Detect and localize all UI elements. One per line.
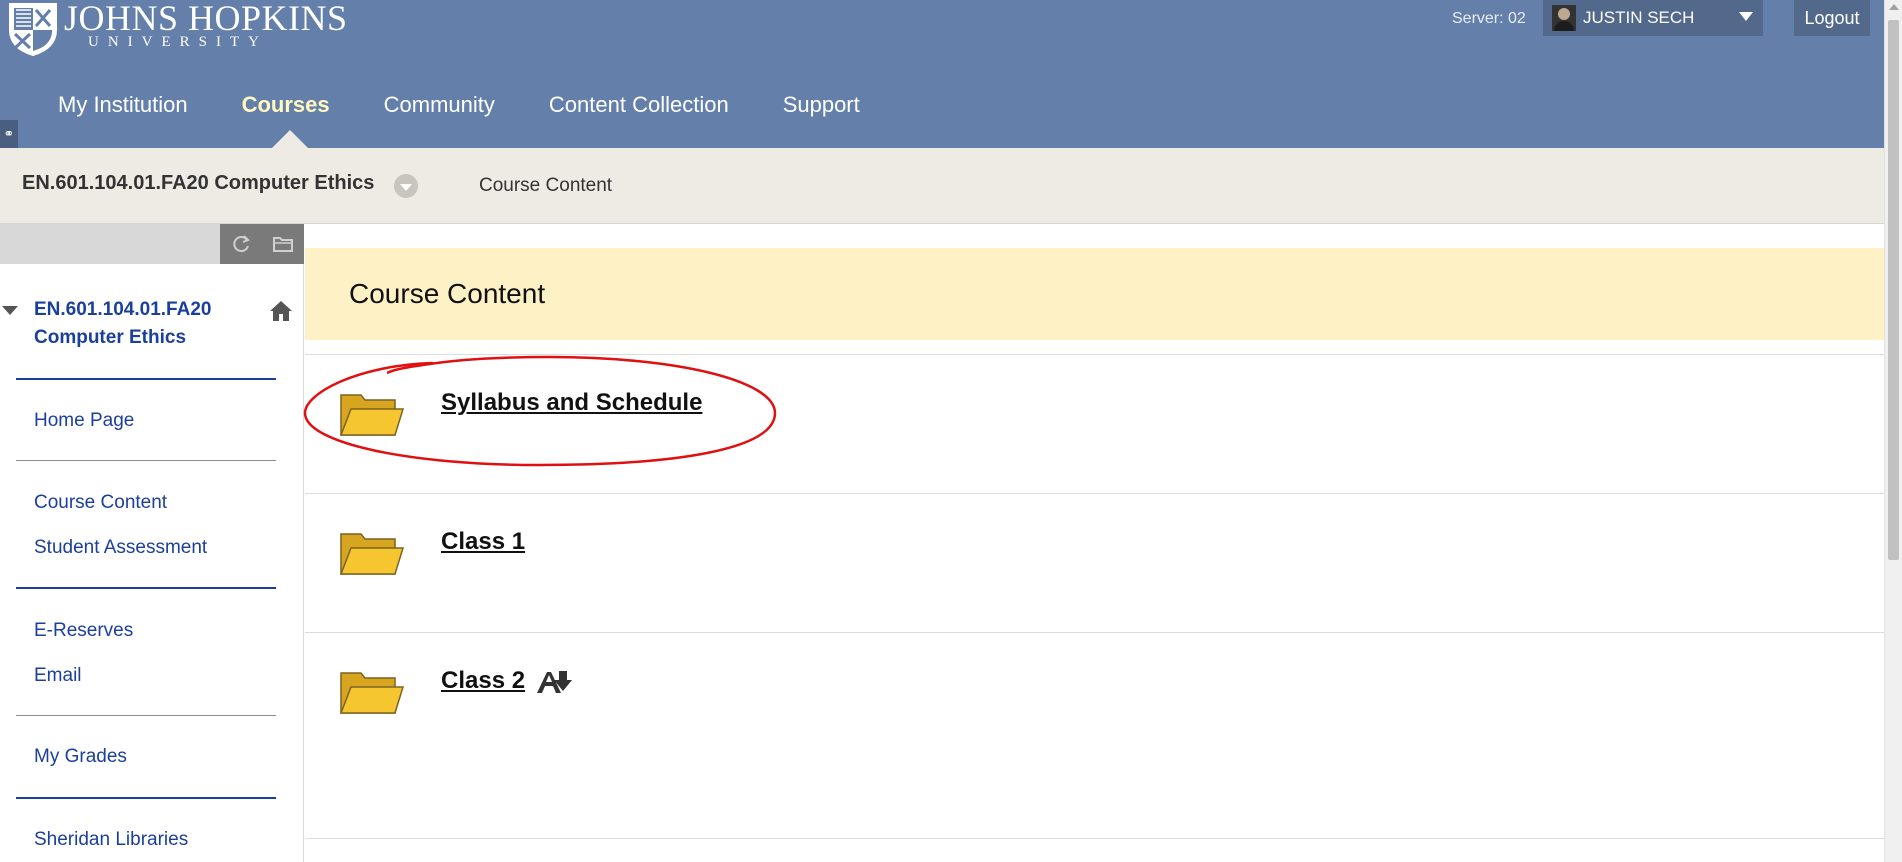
server-label: Server: 02 [1452, 10, 1526, 27]
breadcrumb-page: Course Content [479, 175, 613, 196]
page-title: Course Content [349, 278, 546, 309]
collapse-caret-icon[interactable] [2, 306, 18, 315]
content-item: Class 2 [305, 633, 1884, 839]
shield-logo-icon [9, 3, 57, 56]
accessibility-download-icon[interactable] [535, 669, 575, 695]
logout-button[interactable]: Logout [1794, 0, 1870, 36]
sidebar-toolbar [0, 224, 304, 264]
sidebar-divider [16, 378, 276, 380]
nav-tab-community[interactable]: Community [384, 92, 495, 118]
sidebar-course-title[interactable]: EN.601.104.01.FA20 Computer Ethics [34, 296, 244, 352]
caret-down-icon [1739, 12, 1753, 21]
nav-tab-courses[interactable]: Courses [242, 92, 330, 118]
sidebar-item-student-assessment[interactable]: Student Assessment [34, 537, 207, 559]
content-item-list: Syllabus and Schedule Class 1 Class 2 [303, 354, 1884, 862]
nav-tab-support[interactable]: Support [783, 92, 860, 118]
sidebar-divider [16, 715, 276, 716]
sidebar-item-home-page[interactable]: Home Page [34, 410, 134, 432]
sidebar-item-email[interactable]: Email [34, 665, 82, 687]
nav-tab-content-collection[interactable]: Content Collection [549, 92, 729, 118]
nav-tab-my-institution[interactable]: My Institution [58, 92, 188, 118]
refresh-icon[interactable] [230, 233, 252, 255]
logo-text: JOHNS HOPKINS UNIVERSITY [64, 0, 348, 51]
breadcrumb-bar: EN.601.104.01.FA20 Computer Ethics Cours… [0, 148, 1884, 224]
page-title-bar: Course Content [305, 248, 1884, 340]
page-scrollbar[interactable] [1884, 0, 1902, 862]
folder-icon [339, 533, 405, 575]
sidebar-item-course-content[interactable]: Course Content [34, 492, 167, 514]
sidebar-tool-box [220, 224, 304, 264]
folder-icon [339, 672, 405, 714]
sidebar-divider [16, 587, 276, 589]
link-icon[interactable]: ⚭ [0, 120, 18, 148]
content-item-title[interactable]: Class 2 [441, 667, 525, 695]
user-name: JUSTIN SECH [1583, 8, 1695, 27]
content-item-title[interactable]: Class 1 [441, 528, 525, 556]
scroll-up-icon[interactable] [1889, 4, 1899, 10]
sidebar-item-e-reserves[interactable]: E-Reserves [34, 620, 133, 642]
main-content: Course Content Syllabus and Schedule Cla… [303, 224, 1884, 862]
main-nav: My Institution Courses Community Content… [58, 92, 914, 118]
logo-name: JOHNS HOPKINS [64, 0, 348, 38]
sidebar-item-sheridan-libraries[interactable]: Sheridan Libraries [34, 829, 188, 851]
app-window: JOHNS HOPKINS UNIVERSITY Server: 02 JUST… [0, 0, 1902, 862]
content-item-title[interactable]: Syllabus and Schedule [441, 389, 702, 417]
course-menu-toggle-icon[interactable] [394, 174, 418, 198]
content-item: Syllabus and Schedule [303, 355, 1884, 494]
top-header: JOHNS HOPKINS UNIVERSITY Server: 02 JUST… [0, 0, 1884, 148]
home-icon[interactable] [268, 298, 294, 324]
sidebar-divider [16, 460, 276, 461]
scrollbar-thumb[interactable] [1888, 20, 1899, 560]
folder-icon [339, 394, 405, 436]
user-menu-button[interactable]: JUSTIN SECH [1543, 0, 1763, 36]
content-item: Class 1 [305, 494, 1884, 633]
breadcrumb-course[interactable]: EN.601.104.01.FA20 Computer Ethics [22, 172, 374, 195]
user-avatar [1552, 5, 1576, 31]
university-logo[interactable]: JOHNS HOPKINS UNIVERSITY [6, 0, 348, 58]
sidebar-item-my-grades[interactable]: My Grades [34, 746, 127, 768]
course-sidebar: EN.601.104.01.FA20 Computer Ethics Home … [0, 224, 304, 862]
sidebar-divider [16, 797, 276, 799]
folder-view-icon[interactable] [272, 233, 294, 255]
active-tab-pointer [272, 130, 308, 148]
